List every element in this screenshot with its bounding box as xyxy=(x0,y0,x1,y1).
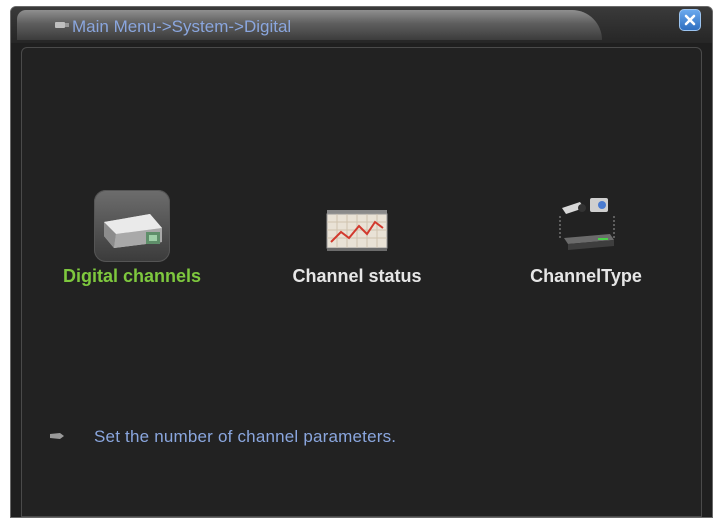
hint-text: Set the number of channel parameters. xyxy=(94,427,397,446)
menu-label-channel-status: Channel status xyxy=(292,266,422,286)
pointer-icon xyxy=(50,433,64,439)
status-hint: Set the number of channel parameters. xyxy=(22,426,701,450)
line-chart-icon xyxy=(326,210,388,251)
close-x-icon xyxy=(684,14,696,26)
camera-nvr-icon xyxy=(559,198,615,250)
menu-icon-box xyxy=(92,188,172,264)
menu-item-channel-type[interactable]: ChannelType xyxy=(506,188,666,292)
menu-item-digital-channels[interactable]: Digital channels xyxy=(52,188,212,292)
close-button[interactable] xyxy=(679,9,701,31)
menu-icon xyxy=(55,22,69,28)
breadcrumb: Main Menu->System->Digital xyxy=(72,17,292,36)
menu-label-channel-type: ChannelType xyxy=(530,266,642,286)
camera-icon xyxy=(104,214,162,248)
menu-item-channel-status[interactable]: Channel status xyxy=(277,188,437,292)
menu-icon-box xyxy=(546,188,626,264)
title-bar: Main Menu->System->Digital xyxy=(11,7,712,43)
content-panel: Digital channels Channel status ChannelT… xyxy=(21,47,702,517)
menu-icon-box xyxy=(317,188,397,264)
menu-label-digital-channels: Digital channels xyxy=(62,266,202,286)
digital-settings-window: Main Menu->System->Digital Digital chann… xyxy=(10,6,713,518)
title-tab: Main Menu->System->Digital xyxy=(17,10,602,40)
